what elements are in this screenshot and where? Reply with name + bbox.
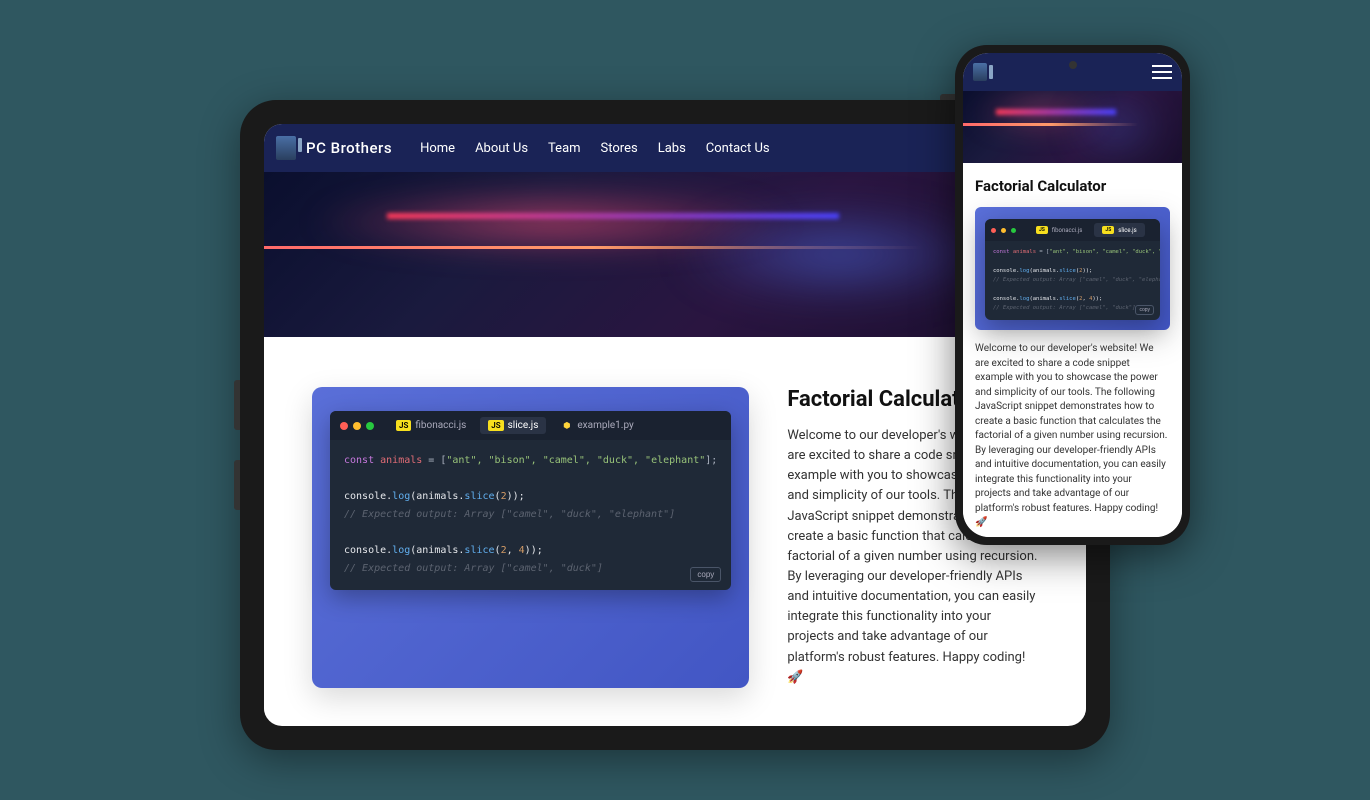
maximize-icon[interactable]: [366, 422, 374, 430]
code-line: const animals = ["ant", "bison", "camel"…: [993, 248, 1152, 257]
code-comment: // Expected output: Array ["camel", "duc…: [344, 560, 717, 578]
code-body[interactable]: const animals = ["ant", "bison", "camel"…: [330, 440, 731, 590]
tab-label: fibonacci.js: [1052, 227, 1083, 234]
nav-links: Home About Us Team Stores Labs Contact U…: [420, 141, 770, 156]
tab-label: slice.js: [1118, 227, 1136, 234]
main-content-mobile: Factorial Calculator JS fibonacci.js: [963, 163, 1182, 537]
js-badge-icon: JS: [396, 420, 411, 431]
tab-slice[interactable]: JS slice.js: [1094, 223, 1144, 237]
code-line: [993, 285, 1152, 294]
window-controls: [340, 422, 374, 430]
code-line: console.log(animals.slice(2, 4));: [344, 542, 717, 560]
hero-image: [963, 91, 1182, 163]
code-line: const animals = ["ant", "bison", "camel"…: [344, 452, 717, 470]
close-icon[interactable]: [991, 228, 996, 233]
minimize-icon[interactable]: [353, 422, 361, 430]
phone-device: Factorial Calculator JS fibonacci.js: [955, 45, 1190, 545]
tab-label: example1.py: [577, 420, 633, 431]
close-icon[interactable]: [340, 422, 348, 430]
code-snippet-card: JS fibonacci.js JS slice.js ⬢ example1.p…: [312, 387, 749, 688]
nav-stores[interactable]: Stores: [601, 141, 638, 156]
code-line: console.log(animals.slice(2, 4));: [993, 295, 1152, 304]
tab-example[interactable]: ⬢ example1.py: [1149, 223, 1160, 237]
code-line: [993, 257, 1152, 266]
python-icon: ⬢: [1157, 226, 1160, 234]
code-editor-window: JS fibonacci.js JS slice.js ⬢ example1.p…: [330, 411, 731, 590]
hero-decoration: [996, 109, 1116, 115]
code-line: console.log(animals.slice(2));: [344, 488, 717, 506]
js-badge-icon: JS: [488, 420, 503, 431]
copy-button[interactable]: copy: [1135, 305, 1154, 315]
tab-label: fibonacci.js: [415, 420, 466, 431]
code-line: [344, 470, 717, 488]
editor-tabs: JS fibonacci.js JS slice.js ⬢ example1.p…: [330, 411, 731, 440]
phone-screen: Factorial Calculator JS fibonacci.js: [963, 53, 1182, 537]
tab-slice[interactable]: JS slice.js: [480, 417, 546, 434]
editor-tabs: JS fibonacci.js JS slice.js ⬢ example1.p…: [985, 219, 1160, 241]
nav-team[interactable]: Team: [548, 141, 581, 156]
brand-logo[interactable]: [973, 63, 987, 81]
code-comment: // Expected output: Array ["camel", "duc…: [344, 506, 717, 524]
logo-icon: [276, 136, 296, 160]
article-text: Factorial Calculator: [975, 177, 1170, 195]
code-line: [344, 524, 717, 542]
code-comment: // Expected output: Array ["camel", "duc…: [993, 304, 1152, 313]
article-title: Factorial Calculator: [975, 177, 1170, 195]
code-comment: // Expected output: Array ["camel", "duc…: [993, 276, 1152, 285]
tab-fibonacci[interactable]: JS fibonacci.js: [388, 417, 474, 434]
copy-button[interactable]: copy: [690, 567, 721, 582]
js-badge-icon: JS: [1036, 226, 1048, 234]
tab-fibonacci[interactable]: JS fibonacci.js: [1028, 223, 1090, 237]
article-body: Welcome to our developer's website! We a…: [975, 342, 1170, 531]
minimize-icon[interactable]: [1001, 228, 1006, 233]
maximize-icon[interactable]: [1011, 228, 1016, 233]
tab-label: slice.js: [508, 420, 539, 431]
nav-about[interactable]: About Us: [475, 141, 528, 156]
brand-name: PC Brothers: [306, 139, 392, 157]
hamburger-menu-icon[interactable]: [1152, 65, 1172, 79]
navbar-mobile: [963, 53, 1182, 91]
brand-logo[interactable]: PC Brothers: [276, 136, 392, 160]
code-body[interactable]: const animals = ["ant", "bison", "camel"…: [985, 241, 1160, 320]
nav-home[interactable]: Home: [420, 141, 455, 156]
tab-example[interactable]: ⬢ example1.py: [552, 417, 641, 434]
hero-decoration: [387, 213, 839, 219]
hero-decoration: [963, 123, 1182, 126]
logo-icon: [973, 63, 987, 81]
code-snippet-card: JS fibonacci.js JS slice.js ⬢ example1.p…: [975, 207, 1170, 330]
python-icon: ⬢: [560, 420, 573, 431]
nav-labs[interactable]: Labs: [658, 141, 686, 156]
code-line: console.log(animals.slice(2));: [993, 267, 1152, 276]
window-controls: [991, 228, 1016, 233]
code-editor-window: JS fibonacci.js JS slice.js ⬢ example1.p…: [985, 219, 1160, 320]
nav-contact[interactable]: Contact Us: [706, 141, 770, 156]
article-text: Welcome to our developer's website! We a…: [975, 342, 1170, 531]
js-badge-icon: JS: [1102, 226, 1114, 234]
